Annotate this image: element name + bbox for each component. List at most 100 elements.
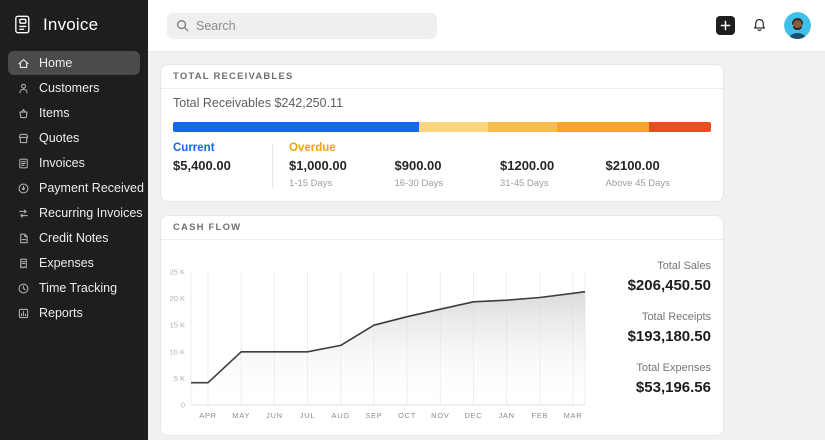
reports-icon [17, 307, 30, 320]
total-receipts: Total Receipts $193,180.50 [628, 311, 711, 346]
receivables-bar-segment-1 [173, 122, 419, 132]
cashflow-area-chart: 0 5 K 10 K 15 K 20 K 25 K APR MAY JUN JUL AUG SEP OC… [167, 248, 587, 424]
overdue-period: 1-15 Days [289, 178, 395, 190]
overdue-period: 31-45 Days [500, 178, 606, 190]
overdue-label: Overdue [289, 141, 395, 155]
cashflow-totals: Total Sales $206,450.50 Total Receipts $… [587, 248, 711, 429]
svg-text:SEP: SEP [365, 411, 382, 420]
main-area: TOTAL RECEIVABLES Total Receivables $242… [148, 0, 825, 440]
total-receivables-summary: Total Receivables $242,250.11 [173, 96, 711, 110]
sidebar-item-quotes[interactable]: Quotes [8, 126, 140, 150]
expenses-icon [17, 257, 30, 270]
sidebar-item-invoices[interactable]: Invoices [8, 151, 140, 175]
svg-text:JUN: JUN [266, 411, 283, 420]
total-expenses: Total Expenses $53,196.56 [636, 362, 711, 397]
svg-text:20 K: 20 K [170, 294, 185, 303]
home-icon [17, 57, 30, 70]
overdue-bucket-2: $900.00 16-30 Days [395, 141, 501, 190]
invoices-icon [17, 157, 30, 170]
sidebar-item-items[interactable]: Items [8, 101, 140, 125]
svg-text:OCT: OCT [398, 411, 416, 420]
overdue-bucket-1: Overdue $1,000.00 1-15 Days [289, 141, 395, 190]
app-title: Invoice [43, 15, 98, 35]
dashboard-content: TOTAL RECEIVABLES Total Receivables $242… [148, 52, 825, 440]
overdue-bucket-3: $1200.00 31-45 Days [500, 141, 606, 190]
svg-text:NOV: NOV [431, 411, 449, 420]
cash-flow-card: CASH FLOW 0 5 K 10 K 15 K 20 K 25 K APR MAY JUN J… [160, 215, 724, 436]
sidebar-item-label: Reports [39, 306, 83, 320]
overdue-bucket-4: $2100.00 Above 45 Days [606, 141, 712, 190]
svg-text:5 K: 5 K [174, 374, 185, 383]
current-value: $5,400.00 [173, 158, 272, 174]
sidebar-item-time-tracking[interactable]: Time Tracking [8, 276, 140, 300]
current-label: Current [173, 141, 272, 155]
sidebar-nav: Home Customers Items Quotes Invoices Payment … [0, 51, 148, 326]
svg-text:0: 0 [181, 401, 185, 410]
user-avatar[interactable] [784, 12, 811, 39]
sidebar-item-label: Recurring Invoices [39, 206, 143, 220]
svg-text:10 K: 10 K [170, 347, 185, 356]
items-icon [17, 107, 30, 120]
svg-text:JUL: JUL [300, 411, 315, 420]
recurring-icon [17, 207, 30, 220]
search-icon [176, 19, 189, 32]
sidebar-item-label: Expenses [39, 256, 94, 270]
sidebar-item-recurring-invoices[interactable]: Recurring Invoices [8, 201, 140, 225]
overdue-value: $900.00 [395, 158, 501, 174]
sidebar-item-home[interactable]: Home [8, 51, 140, 75]
sidebar-item-customers[interactable]: Customers [8, 76, 140, 100]
payment-icon [17, 182, 30, 195]
overdue-value: $1,000.00 [289, 158, 395, 174]
quotes-icon [17, 132, 30, 145]
avatar-photo-icon [784, 12, 811, 39]
search-input[interactable] [196, 19, 428, 33]
sidebar-item-payment-received[interactable]: Payment Received [8, 176, 140, 200]
creditnotes-icon [17, 232, 30, 245]
total-sales: Total Sales $206,450.50 [628, 260, 711, 295]
svg-text:APR: APR [199, 411, 217, 420]
topbar-actions [716, 12, 811, 39]
overdue-value: $1200.00 [500, 158, 606, 174]
sidebar-item-label: Items [39, 106, 70, 120]
customers-icon [17, 82, 30, 95]
divider [272, 143, 273, 188]
plus-icon [720, 20, 731, 31]
sidebar-item-label: Credit Notes [39, 231, 108, 245]
svg-text:DEC: DEC [465, 411, 483, 420]
overdue-period: 16-30 Days [395, 178, 501, 190]
receivables-bar-segment-2 [419, 122, 487, 132]
sidebar-item-expenses[interactable]: Expenses [8, 251, 140, 275]
search-box[interactable] [167, 13, 437, 39]
svg-text:15 K: 15 K [170, 321, 185, 330]
sidebar-item-label: Invoices [39, 156, 85, 170]
receivables-bar-segment-4 [557, 122, 648, 132]
sidebar-item-label: Payment Received [39, 181, 144, 195]
bell-icon [751, 17, 768, 34]
cash-flow-title: CASH FLOW [161, 216, 723, 240]
invoice-logo-icon [12, 13, 35, 36]
svg-text:AUG: AUG [332, 411, 350, 420]
overdue-value: $2100.00 [606, 158, 712, 174]
svg-text:JAN: JAN [498, 411, 514, 420]
sidebar-item-credit-notes[interactable]: Credit Notes [8, 226, 140, 250]
total-receivables-title: TOTAL RECEIVABLES [161, 65, 723, 89]
svg-text:25 K: 25 K [170, 268, 185, 277]
sidebar: Invoice Home Customers Items Quotes Invoices… [0, 0, 148, 440]
sidebar-item-label: Customers [39, 81, 99, 95]
current-receivables: Current $5,400.00 [173, 141, 272, 190]
sidebar-item-label: Home [39, 56, 72, 70]
notifications-button[interactable] [751, 17, 768, 34]
receivables-bar-segment-3 [488, 122, 557, 132]
add-new-button[interactable] [716, 16, 735, 35]
overdue-period: Above 45 Days [606, 178, 712, 190]
svg-text:MAY: MAY [232, 411, 250, 420]
receivables-progress-bar [173, 122, 711, 132]
app-logo: Invoice [0, 0, 148, 51]
receivables-bar-segment-5 [649, 122, 711, 132]
svg-text:MAR: MAR [564, 411, 583, 420]
sidebar-item-label: Time Tracking [39, 281, 117, 295]
total-receivables-card: TOTAL RECEIVABLES Total Receivables $242… [160, 64, 724, 202]
sidebar-item-reports[interactable]: Reports [8, 301, 140, 325]
svg-text:FEB: FEB [531, 411, 548, 420]
time-icon [17, 282, 30, 295]
